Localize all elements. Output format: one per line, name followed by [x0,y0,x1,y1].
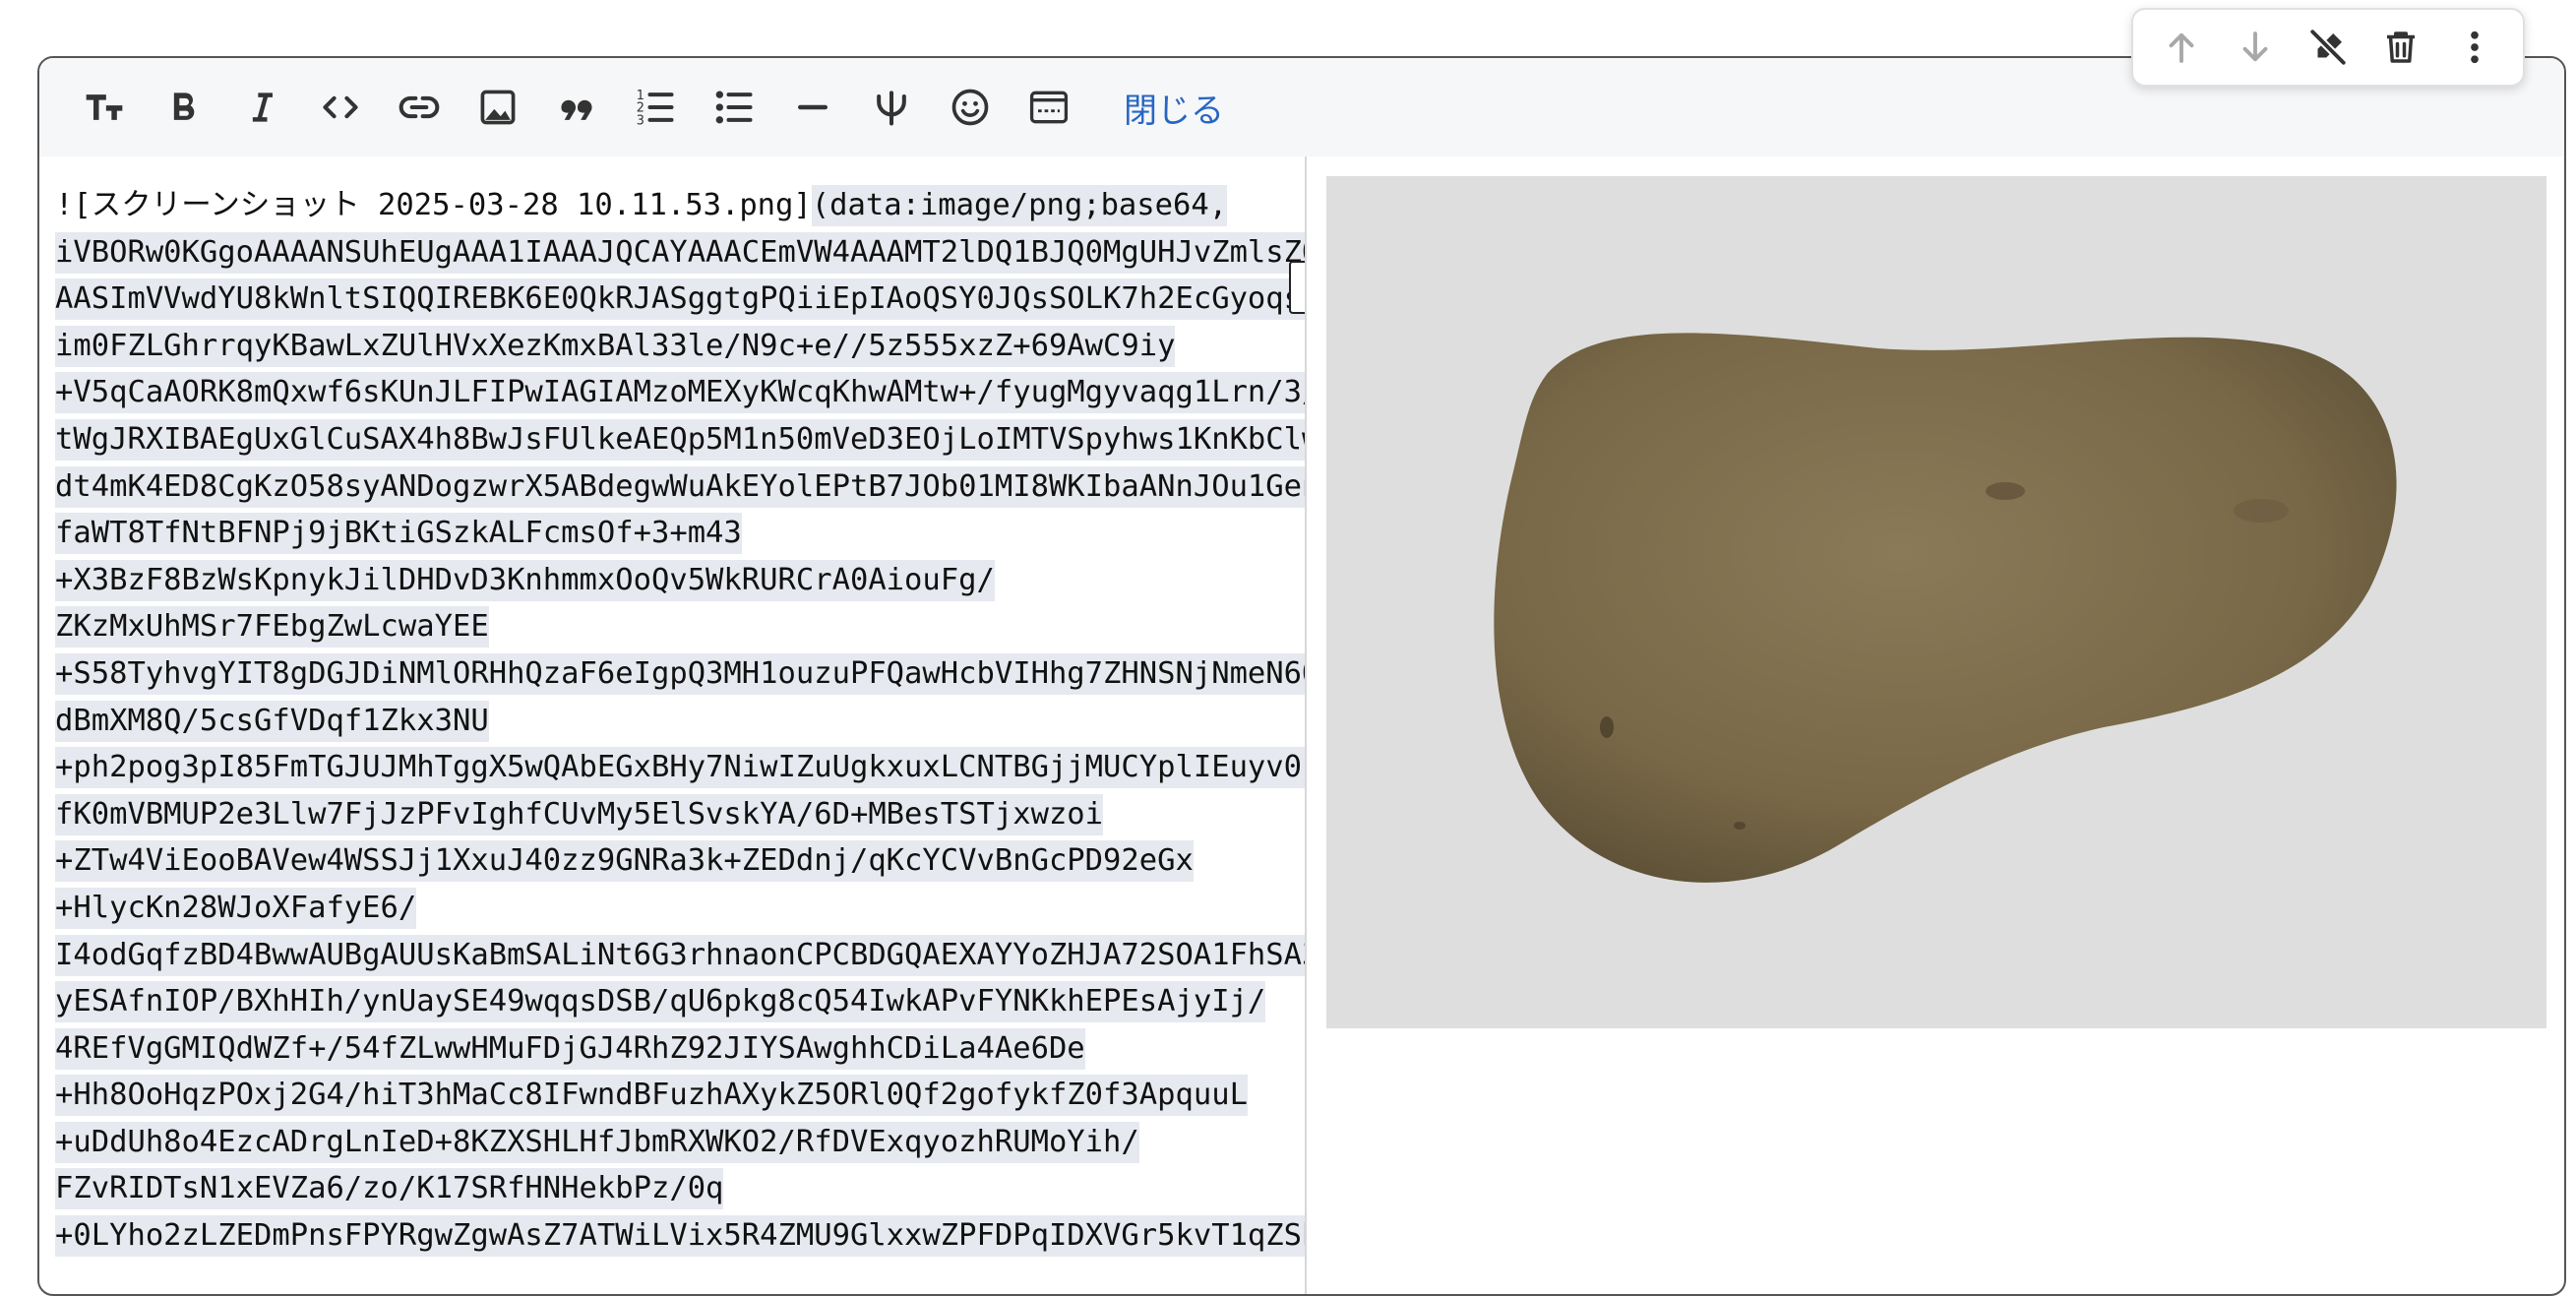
sync-scroll-marker[interactable] [1289,261,1305,314]
source-line: tWgJRXIBAEgUxGlCuSAX4h8BwJsFUlkeAEQp5M1n… [55,416,1305,463]
text-size-icon [86,94,123,120]
psi-icon [877,91,906,126]
source-line-text: iVBORw0KGgoAAAANSUhEUgAAA1IAAAJQCAYAAACE… [55,231,1305,274]
source-line-text: +HlycKn28WJoXFafyE6/ [55,887,417,929]
details-button[interactable] [1010,68,1088,147]
source-line: FZvRIDTsN1xEVZa6/zo/K17SRfHNHekbPz/0q [55,1165,1297,1212]
emoji-button[interactable] [931,68,1010,147]
svg-text:3: 3 [637,113,644,128]
source-line-text: FZvRIDTsN1xEVZa6/zo/K17SRfHNHekbPz/0q [55,1168,724,1210]
source-line-text: faWT8TfNtBFNPj9jBKtiGSzkALFcmsOf+3+m43 [55,513,742,555]
source-line: 4REfVgGMIQdWZf+/54fZLwwHMuFDjGJ4RhZ92JIY… [55,1025,1297,1073]
potato-eye [1734,822,1746,830]
source-line: +ZTw4ViEooBAVew4WSSJj1XxuJ40zz9GNRa3k+ZE… [55,837,1297,885]
arrow-up-icon [2169,32,2194,63]
italic-button[interactable] [222,68,301,147]
source-line: +V5qCaAORK8mQxwf6sKUnJLFIPwIAGIAMzoMEXyK… [55,369,1305,416]
source-line-text: yESAfnIOP/BXhHIh/ynUaySE49wqqsDSB/qU6pkg… [55,981,1266,1023]
source-line: +X3BzF8BzWsKpnykJilDHDvD3KnhmmxOoQv5WkRU… [55,557,1297,604]
source-line-text: +ZTw4ViEooBAVew4WSSJj1XxuJ40zz9GNRa3k+ZE… [55,840,1194,883]
source-line-text: AASImVVwdYU8kWnltSIQQIREBK6E0QkRJASggtgP… [55,278,1305,321]
bold-button[interactable] [144,68,222,147]
close-editor-button[interactable]: 閉じる [1124,84,1224,132]
source-line: dBmXM8Q/5csGfVDqf1Zkx3NU [55,698,1297,745]
text-size-button[interactable] [65,68,144,147]
italic-icon [252,93,273,122]
source-line: +ph2pog3pI85FmTGJUJMhTggX5wQAbEGxBHy7Niw… [55,744,1305,791]
source-line-text: +Hh8OoHqzPOxj2G4/hiT3hMaCc8IFwndBFuzhAXy… [55,1075,1248,1117]
image-preview [1326,176,2546,1028]
source-line: ![スクリーンショット 2025-03-28 10.11.53.png](dat… [55,182,1297,229]
source-line: dt4mK4ED8CgKzO58syANDogzwrX5ABdegwWuAkEY… [55,463,1305,511]
source-line: +S58TyhvgYIT8gDGJDiNMlORHhQzaF6eIgpQ3MH1… [55,650,1305,698]
no-edit-icon [2308,28,2348,67]
bullet-list-button[interactable] [695,68,773,147]
source-line: im0FZLGhrrqyKBawLxZUlHVxXezKmxBAl33le/N9… [55,323,1297,370]
code-icon [323,95,358,119]
potato-eye [1600,716,1614,738]
source-line-text: ZKzMxUhMSr7FEbgZwLcwaYEE [55,606,489,648]
quote-icon [561,99,592,120]
source-line-text: im0FZLGhrrqyKBawLxZUlHVxXezKmxBAl33le/N9… [55,325,1176,367]
details-icon [1029,91,1069,124]
source-line: +Hh8OoHqzPOxj2G4/hiT3hMaCc8IFwndBFuzhAXy… [55,1072,1297,1119]
stop-editing-button[interactable] [2297,16,2360,79]
source-line-text: I4odGqfzBD4BwwAUBgAUUsKaBmSALiNt6G3rhnao… [55,934,1305,976]
source-line-text: +uDdUh8o4EzcADrgLnIeD+8KZXSHLHfJbmRXWKO2… [55,1121,1139,1163]
emoji-icon [951,89,989,126]
source-line: ZKzMxUhMSr7FEbgZwLcwaYEE [55,603,1297,650]
bold-icon [173,93,195,120]
bullet-list-icon [715,91,753,124]
horizontal-rule-button[interactable] [773,68,852,147]
potato-eye [2234,499,2289,523]
source-line-text: +V5qCaAORK8mQxwf6sKUnJLFIPwIAGIAMzoMEXyK… [55,372,1305,414]
source-line-text: +ph2pog3pI85FmTGJUJMhTggX5wQAbEGxBHy7Niw… [55,747,1305,789]
ordered-list-icon: 1 2 3 [637,89,674,128]
source-line: yESAfnIOP/BXhHIh/ynUaySE49wqqsDSB/qU6pkg… [55,978,1297,1025]
source-line-text: fK0mVBMUP2e3Llw7FjJzPFvIghfCUvMy5ElSvskY… [55,793,1104,835]
block-action-bar [2131,8,2525,87]
horizontal-rule-icon [797,104,828,110]
markdown-editor: 1 2 3 閉じる ![スクリーンショット 2025-03-28 10.11.5… [37,56,2566,1296]
arrow-down-icon [2242,31,2268,62]
source-line-text: +X3BzF8BzWsKpnykJilDHDvD3KnhmmxOoQv5WkRU… [55,559,995,601]
source-line-text: 4REfVgGMIQdWZf+/54fZLwwHMuFDjGJ4RhZ92JIY… [55,1027,1085,1070]
move-down-button[interactable] [2224,16,2287,79]
potato-image [1326,176,2546,1028]
source-line: I4odGqfzBD4BwwAUBgAUUsKaBmSALiNt6G3rhnao… [55,932,1305,979]
move-up-button[interactable] [2150,16,2213,79]
ordered-list-button[interactable]: 1 2 3 [616,68,695,147]
source-line: fK0mVBMUP2e3Llw7FjJzPFvIghfCUvMy5ElSvskY… [55,791,1297,838]
source-line: AASImVVwdYU8kWnltSIQQIREBK6E0QkRJASggtgP… [55,276,1305,323]
markdown-source[interactable]: ![スクリーンショット 2025-03-28 10.11.53.png](dat… [55,182,1305,1294]
source-line [55,1260,1297,1294]
quote-button[interactable] [537,68,616,147]
source-line: +0LYho2zLZEDmPnsFPYRgwZgwAsZ7ATWiLVix5R4… [55,1212,1305,1260]
image-markdown-prefix: ![スクリーンショット 2025-03-28 10.11.53.png] [55,188,812,222]
source-line-text: (data:image/png;base64, [811,185,1228,226]
trash-icon [2387,31,2416,63]
source-line-text: +S58TyhvgYIT8gDGJDiNMlORHhQzaF6eIgpQ3MH1… [55,652,1305,695]
link-button[interactable] [380,68,459,147]
image-icon [480,90,516,125]
link-icon [399,95,440,119]
delete-block-button[interactable] [2369,16,2432,79]
markdown-source-pane[interactable]: ![スクリーンショット 2025-03-28 10.11.53.png](dat… [39,156,1307,1294]
source-line-text: dBmXM8Q/5csGfVDqf1Zkx3NU [55,700,489,742]
math-button[interactable] [852,68,931,147]
source-line-text: dt4mK4ED8CgKzO58syANDogzwrX5ABdegwWuAkEY… [55,465,1305,508]
source-line-text: tWgJRXIBAEgUxGlCuSAX4h8BwJsFUlkeAEQp5M1n… [55,418,1305,461]
image-button[interactable] [459,68,537,147]
more-vertical-icon [2470,31,2479,64]
source-line: iVBORw0KGgoAAAANSUhEUgAAA1IAAAJQCAYAAACE… [55,229,1305,277]
source-line: faWT8TfNtBFNPj9jBKtiGSzkALFcmsOf+3+m43 [55,510,1297,557]
more-options-button[interactable] [2443,16,2506,79]
source-line-text: +0LYho2zLZEDmPnsFPYRgwZgwAsZ7ATWiLVix5R4… [55,1215,1305,1258]
potato-eye [1986,482,2025,500]
code-button[interactable] [301,68,380,147]
source-line: +HlycKn28WJoXFafyE6/ [55,885,1297,932]
source-line: +uDdUh8o4EzcADrgLnIeD+8KZXSHLHfJbmRXWKO2… [55,1119,1297,1166]
